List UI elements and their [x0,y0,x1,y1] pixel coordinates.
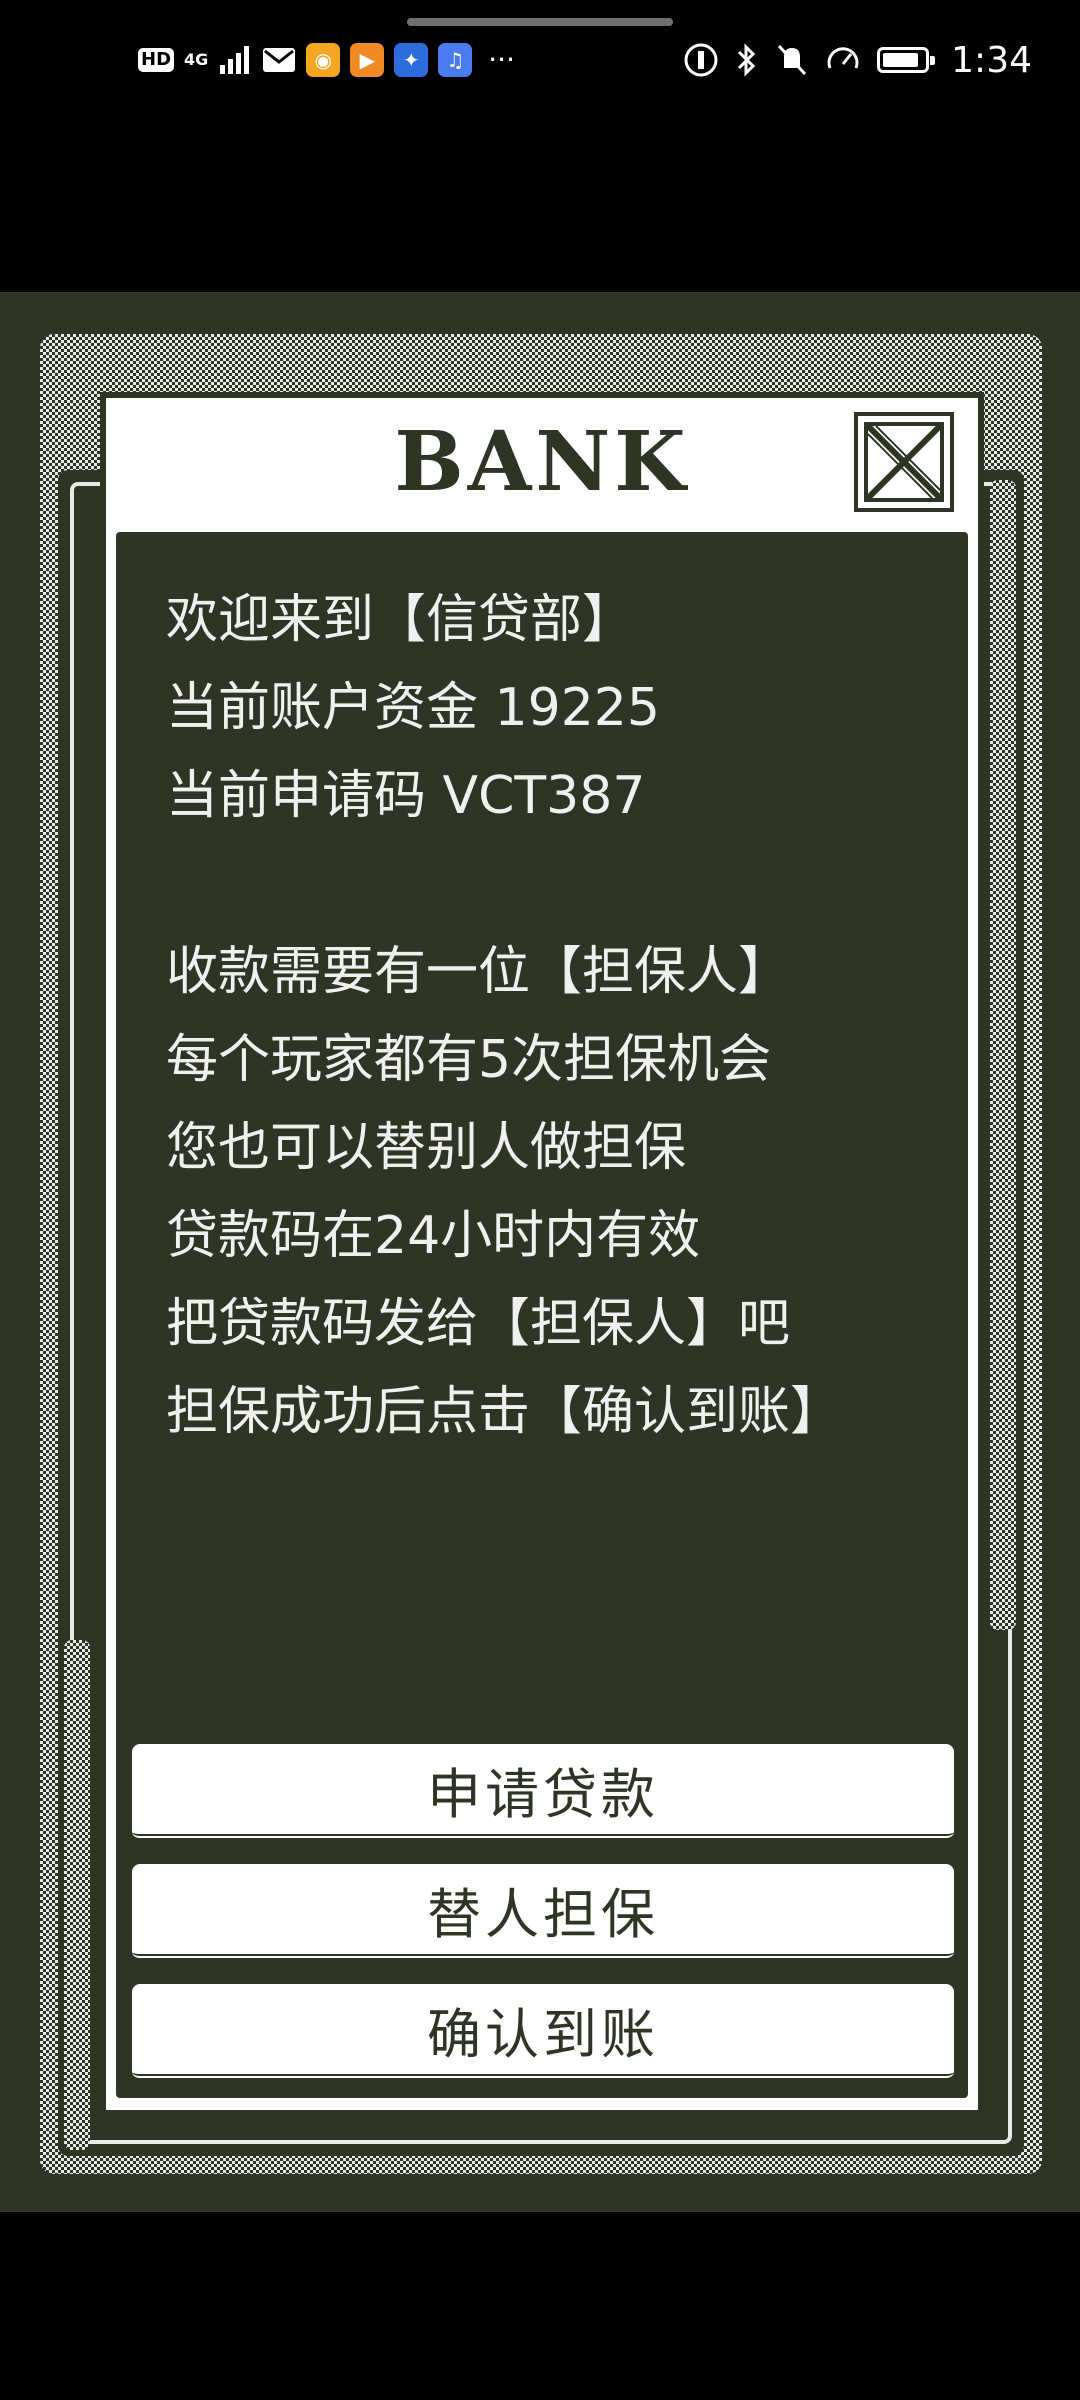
bottom-letterbox [0,2212,1080,2400]
hd-badge: HD [138,48,175,72]
more-notifications-icon: ··· [488,43,515,76]
bluetooth-icon [738,43,756,77]
message-line: 当前申请码 VCT387 [166,766,646,826]
message-line: 当前账户资金 19225 [166,678,660,738]
status-right-icons: 1:34 [683,36,1032,84]
guarantee-for-others-button[interactable]: 替人担保 [132,1864,954,1960]
weibo-icon: ◉ [306,43,341,77]
apply-loan-button[interactable]: 申请贷款 [132,1744,954,1840]
battery-icon [877,47,936,73]
video-app-icon: ▶ [350,43,385,77]
clock: 1:34 [951,39,1032,81]
dialog-content-panel: 欢迎来到【信贷部】 当前账户资金 19225 当前申请码 VCT387 收款需要… [116,532,968,2098]
right-side-stripe [990,480,1016,1630]
bulb-app-icon: ✦ [394,43,429,77]
message-line: 收款需要有一位【担保人】 [166,942,791,1002]
message-line [166,840,842,928]
mail-icon [263,48,296,72]
dialog-title: BANK [394,414,690,510]
left-side-stripe [64,1640,90,2150]
message-line: 贷款码在24小时内有效 [166,1206,701,1266]
bank-dialog: BANK 欢迎来到【信贷部】 当前账户资金 19225 当前申请码 VCT387… [100,392,984,2116]
message-line: 担保成功后点击【确认到账】 [166,1382,843,1442]
signal-icon [220,46,250,74]
close-icon [864,422,944,502]
close-button[interactable] [854,412,954,512]
data-saver-icon [684,43,718,77]
network-type-label: 4G [184,50,209,69]
speed-icon [827,47,859,69]
message-line: 您也可以替别人做担保 [166,1118,687,1178]
message-line: 欢迎来到【信贷部】 [166,590,635,650]
message-line: 把贷款码发给【担保人】吧 [166,1294,791,1354]
status-left-icons: HD 4G ◉ ▶ ✦ ♫ ··· [138,38,515,82]
music-app-icon: ♫ [438,43,473,77]
message-text: 欢迎来到【信贷部】 当前账户资金 19225 当前申请码 VCT387 收款需要… [166,576,842,1456]
status-bar: HD 4G ◉ ▶ ✦ ♫ ··· 1:34 [0,0,1080,120]
confirm-receipt-button[interactable]: 确认到账 [132,1984,954,2080]
message-line: 每个玩家都有5次担保机会 [166,1030,772,1090]
notch-pill [407,18,673,26]
mute-icon [778,44,807,76]
